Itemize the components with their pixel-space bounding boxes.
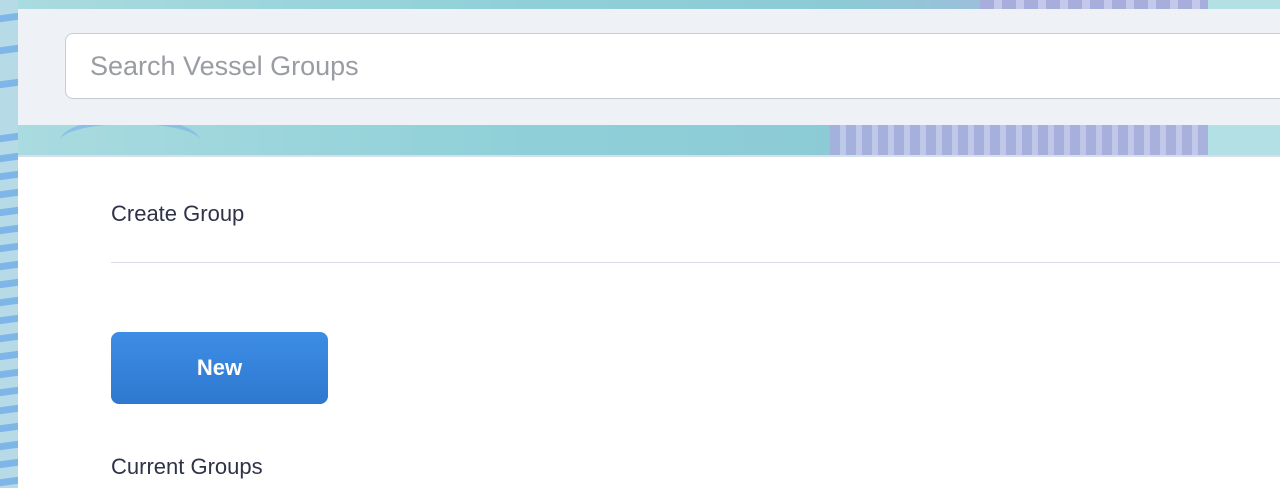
stripe [0,78,18,89]
groups-card: Create Group New Current Groups [18,155,1280,488]
stripe [0,242,18,253]
stripe [0,314,18,325]
stripe [0,170,18,181]
stripe [0,12,18,23]
search-vessel-groups-input[interactable] [65,33,1280,99]
search-panel [18,9,1280,125]
stripe [0,458,18,469]
stripe [0,206,18,217]
stripe [0,332,18,343]
section-divider [111,262,1280,263]
stripe [0,350,18,361]
stripe [0,440,18,451]
stripe [0,386,18,397]
stripe [0,132,18,143]
stripe [0,368,18,379]
stripe [0,476,18,487]
stripe [0,152,18,163]
stripe [0,404,18,415]
stripe [0,260,18,271]
stripe [0,422,18,433]
new-group-button[interactable]: New [111,332,328,404]
stripe [0,224,18,235]
stripe [0,296,18,307]
stripe [0,188,18,199]
stripe [0,44,18,55]
current-groups-heading: Current Groups [111,454,263,479]
create-group-heading: Create Group [111,201,245,226]
stripe [0,278,18,289]
banner-bars [830,125,1208,155]
left-pattern-strip [0,0,18,488]
